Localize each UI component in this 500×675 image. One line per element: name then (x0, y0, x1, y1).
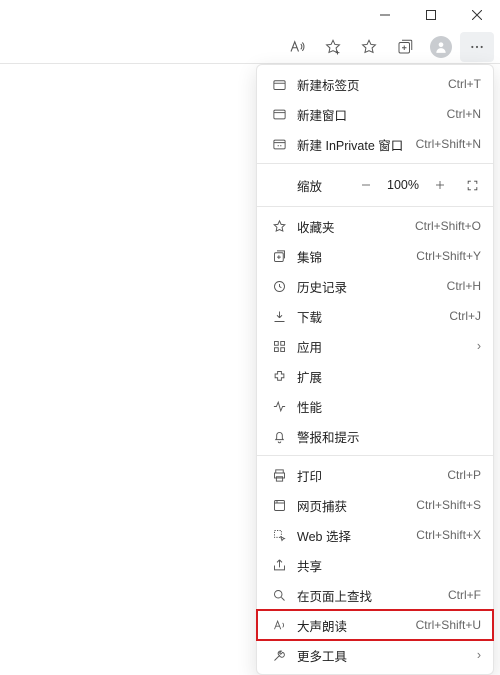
menu-item-label: 性能 (297, 397, 481, 416)
print-icon (271, 467, 287, 483)
menu-item-label: 在页面上查找 (297, 586, 438, 605)
menu-item-collections[interactable]: 集锦 Ctrl+Shift+Y (257, 241, 493, 271)
menu-item-shortcut: Ctrl+Shift+Y (416, 249, 481, 263)
menu-item-shortcut: Ctrl+N (447, 107, 481, 121)
minus-icon (360, 179, 372, 191)
collections-icon (271, 248, 287, 264)
menu-item-label: 警报和提示 (297, 427, 481, 446)
collections-button[interactable] (388, 32, 422, 62)
web-select-icon (271, 527, 287, 543)
menu-item-shortcut: Ctrl+Shift+X (416, 528, 481, 542)
menu-item-shortcut: Ctrl+Shift+N (416, 137, 481, 151)
inprivate-icon (271, 136, 287, 152)
zoom-label: 缩放 (297, 176, 322, 195)
menu-item-label: 打印 (297, 466, 437, 485)
menu-item-new-inprivate[interactable]: 新建 InPrivate 窗口 Ctrl+Shift+N (257, 129, 493, 159)
menu-item-history[interactable]: 历史记录 Ctrl+H (257, 271, 493, 301)
apps-icon (271, 338, 287, 354)
more-button[interactable] (460, 32, 494, 62)
menu-item-share[interactable]: 共享 (257, 550, 493, 580)
zoom-out-button[interactable] (353, 172, 379, 198)
settings-menu: 新建标签页 Ctrl+T 新建窗口 Ctrl+N 新建 InPrivate 窗口… (256, 64, 494, 675)
menu-item-label: 大声朗读 (297, 616, 406, 635)
extensions-icon (271, 368, 287, 384)
fullscreen-icon (466, 179, 479, 192)
menu-separator (257, 206, 493, 207)
menu-item-alerts[interactable]: 警报和提示 (257, 421, 493, 451)
menu-item-web-capture[interactable]: 网页捕获 Ctrl+Shift+S (257, 490, 493, 520)
chevron-right-icon: › (471, 648, 481, 662)
menu-item-label: 新建 InPrivate 窗口 (297, 135, 406, 154)
menu-item-label: 收藏夹 (297, 217, 405, 236)
zoom-value: 100% (385, 178, 421, 192)
collections-icon (396, 38, 414, 56)
find-icon (271, 587, 287, 603)
add-favorite-button[interactable] (316, 32, 350, 62)
menu-item-favorites[interactable]: 收藏夹 Ctrl+Shift+O (257, 211, 493, 241)
tab-icon (271, 76, 287, 92)
menu-item-extensions[interactable]: 扩展 (257, 361, 493, 391)
bell-icon (271, 428, 287, 444)
menu-item-label: 共享 (297, 556, 481, 575)
more-tools-icon (271, 647, 287, 663)
menu-item-label: 历史记录 (297, 277, 437, 296)
read-aloud-toolbar-button[interactable] (280, 32, 314, 62)
menu-item-shortcut: Ctrl+F (448, 588, 481, 602)
window-icon (271, 106, 287, 122)
menu-item-label: 扩展 (297, 367, 481, 386)
download-icon (271, 308, 287, 324)
more-horizontal-icon (469, 39, 485, 55)
performance-icon (271, 398, 287, 414)
zoom-in-button[interactable] (427, 172, 453, 198)
menu-separator (257, 455, 493, 456)
menu-item-new-tab[interactable]: 新建标签页 Ctrl+T (257, 69, 493, 99)
menu-item-shortcut: Ctrl+Shift+U (416, 618, 481, 632)
person-icon (434, 40, 448, 54)
menu-item-web-select[interactable]: Web 选择 Ctrl+Shift+X (257, 520, 493, 550)
chevron-right-icon: › (471, 339, 481, 353)
fullscreen-button[interactable] (459, 172, 485, 198)
share-icon (271, 557, 287, 573)
menu-item-shortcut: Ctrl+H (447, 279, 481, 293)
menu-separator (257, 163, 493, 164)
window-titlebar (0, 0, 500, 30)
menu-item-label: 新建窗口 (297, 105, 437, 124)
menu-item-label: 应用 (297, 337, 461, 356)
close-button[interactable] (454, 0, 500, 30)
menu-item-shortcut: Ctrl+Shift+O (415, 219, 481, 233)
minimize-button[interactable] (362, 0, 408, 30)
menu-item-label: 新建标签页 (297, 75, 438, 94)
menu-item-performance[interactable]: 性能 (257, 391, 493, 421)
menu-item-shortcut: Ctrl+T (448, 77, 481, 91)
star-icon (360, 38, 378, 56)
menu-item-more-tools[interactable]: 更多工具 › (257, 640, 493, 670)
plus-icon (434, 179, 446, 191)
menu-item-zoom: 缩放 100% (257, 168, 493, 202)
menu-item-shortcut: Ctrl+Shift+S (416, 498, 481, 512)
history-icon (271, 278, 287, 294)
maximize-button[interactable] (408, 0, 454, 30)
web-capture-icon (271, 497, 287, 513)
favorites-hub-button[interactable] (352, 32, 386, 62)
menu-item-apps[interactable]: 应用 › (257, 331, 493, 361)
menu-item-shortcut: Ctrl+J (449, 309, 481, 323)
menu-item-new-window[interactable]: 新建窗口 Ctrl+N (257, 99, 493, 129)
menu-item-label: 网页捕获 (297, 496, 406, 515)
menu-item-label: 集锦 (297, 247, 406, 266)
avatar (430, 36, 452, 58)
menu-item-print[interactable]: 打印 Ctrl+P (257, 460, 493, 490)
browser-toolbar (0, 30, 500, 64)
menu-item-label: 下载 (297, 307, 439, 326)
menu-item-shortcut: Ctrl+P (447, 468, 481, 482)
read-aloud-icon (288, 38, 306, 56)
menu-item-read-aloud[interactable]: 大声朗读 Ctrl+Shift+U (257, 610, 493, 640)
menu-item-label: Web 选择 (297, 526, 406, 545)
star-add-icon (324, 38, 342, 56)
read-aloud-icon (271, 617, 287, 633)
menu-item-find[interactable]: 在页面上查找 Ctrl+F (257, 580, 493, 610)
menu-item-label: 更多工具 (297, 646, 461, 665)
menu-item-downloads[interactable]: 下载 Ctrl+J (257, 301, 493, 331)
star-icon (271, 218, 287, 234)
profile-button[interactable] (424, 32, 458, 62)
